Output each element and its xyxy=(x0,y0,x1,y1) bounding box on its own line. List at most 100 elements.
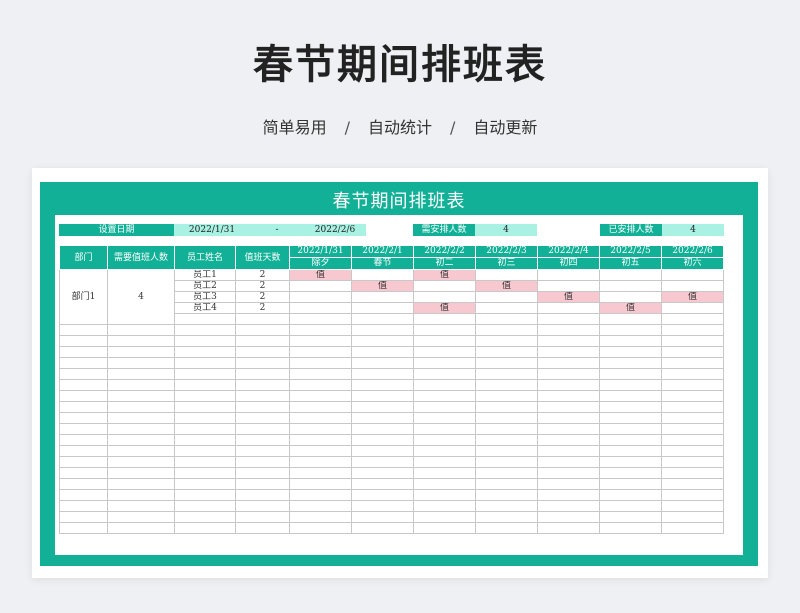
schedule-cell[interactable] xyxy=(475,269,538,281)
empty-cell[interactable] xyxy=(59,401,108,413)
empty-cell[interactable] xyxy=(59,445,108,457)
empty-cell[interactable] xyxy=(537,335,600,347)
empty-cell[interactable] xyxy=(59,379,108,391)
empty-cell[interactable] xyxy=(475,511,538,523)
empty-cell[interactable] xyxy=(413,390,476,402)
empty-cell[interactable] xyxy=(289,456,352,468)
empty-cell[interactable] xyxy=(475,412,538,424)
empty-cell[interactable] xyxy=(413,467,476,479)
empty-cell[interactable] xyxy=(174,456,236,468)
duty-mark-cell[interactable]: 值 xyxy=(413,269,476,281)
empty-cell[interactable] xyxy=(413,445,476,457)
empty-cell[interactable] xyxy=(413,368,476,380)
employee-name-cell[interactable]: 员工3 xyxy=(174,291,236,303)
empty-cell[interactable] xyxy=(661,434,724,446)
empty-cell[interactable] xyxy=(475,500,538,512)
duty-mark-cell[interactable]: 值 xyxy=(537,291,600,303)
empty-cell[interactable] xyxy=(174,335,236,347)
empty-cell[interactable] xyxy=(537,313,600,325)
empty-cell[interactable] xyxy=(661,467,724,479)
empty-cell[interactable] xyxy=(413,357,476,369)
empty-cell[interactable] xyxy=(289,313,352,325)
schedule-cell[interactable] xyxy=(475,291,538,303)
empty-cell[interactable] xyxy=(351,313,414,325)
empty-cell[interactable] xyxy=(413,500,476,512)
empty-cell[interactable] xyxy=(351,324,414,336)
duty-days-cell[interactable]: 2 xyxy=(235,280,290,292)
empty-cell[interactable] xyxy=(351,401,414,413)
schedule-cell[interactable] xyxy=(661,269,724,281)
empty-cell[interactable] xyxy=(289,379,352,391)
empty-cell[interactable] xyxy=(235,500,290,512)
empty-cell[interactable] xyxy=(351,423,414,435)
empty-cell[interactable] xyxy=(351,511,414,523)
empty-cell[interactable] xyxy=(661,478,724,490)
empty-cell[interactable] xyxy=(661,500,724,512)
empty-cell[interactable] xyxy=(174,522,236,534)
duty-days-cell[interactable]: 2 xyxy=(235,291,290,303)
empty-cell[interactable] xyxy=(413,324,476,336)
required-count-value[interactable]: 4 xyxy=(475,224,537,236)
empty-cell[interactable] xyxy=(235,346,290,358)
empty-cell[interactable] xyxy=(599,368,662,380)
schedule-cell[interactable] xyxy=(413,280,476,292)
schedule-cell[interactable] xyxy=(351,302,414,314)
empty-cell[interactable] xyxy=(351,456,414,468)
empty-cell[interactable] xyxy=(174,511,236,523)
empty-cell[interactable] xyxy=(475,445,538,457)
duty-mark-cell[interactable]: 值 xyxy=(413,302,476,314)
empty-cell[interactable] xyxy=(537,456,600,468)
empty-cell[interactable] xyxy=(289,489,352,501)
empty-cell[interactable] xyxy=(174,445,236,457)
empty-cell[interactable] xyxy=(289,346,352,358)
empty-cell[interactable] xyxy=(599,445,662,457)
empty-cell[interactable] xyxy=(351,379,414,391)
empty-cell[interactable] xyxy=(537,489,600,501)
empty-cell[interactable] xyxy=(413,379,476,391)
empty-cell[interactable] xyxy=(475,401,538,413)
empty-cell[interactable] xyxy=(599,335,662,347)
empty-cell[interactable] xyxy=(599,511,662,523)
empty-cell[interactable] xyxy=(235,478,290,490)
empty-cell[interactable] xyxy=(661,390,724,402)
empty-cell[interactable] xyxy=(475,368,538,380)
empty-cell[interactable] xyxy=(235,313,290,325)
empty-cell[interactable] xyxy=(351,522,414,534)
empty-cell[interactable] xyxy=(59,324,108,336)
empty-cell[interactable] xyxy=(107,423,175,435)
empty-cell[interactable] xyxy=(59,467,108,479)
empty-cell[interactable] xyxy=(351,467,414,479)
empty-cell[interactable] xyxy=(537,401,600,413)
schedule-cell[interactable] xyxy=(413,291,476,303)
empty-cell[interactable] xyxy=(599,313,662,325)
empty-cell[interactable] xyxy=(235,335,290,347)
empty-cell[interactable] xyxy=(413,346,476,358)
empty-cell[interactable] xyxy=(351,489,414,501)
empty-cell[interactable] xyxy=(413,522,476,534)
empty-cell[interactable] xyxy=(289,357,352,369)
schedule-cell[interactable] xyxy=(289,302,352,314)
empty-cell[interactable] xyxy=(107,467,175,479)
empty-cell[interactable] xyxy=(174,357,236,369)
schedule-cell[interactable] xyxy=(475,302,538,314)
empty-cell[interactable] xyxy=(351,412,414,424)
empty-cell[interactable] xyxy=(537,379,600,391)
empty-cell[interactable] xyxy=(289,467,352,479)
empty-cell[interactable] xyxy=(107,368,175,380)
empty-cell[interactable] xyxy=(537,500,600,512)
empty-cell[interactable] xyxy=(59,522,108,534)
schedule-cell[interactable] xyxy=(599,291,662,303)
empty-cell[interactable] xyxy=(661,379,724,391)
empty-cell[interactable] xyxy=(661,445,724,457)
empty-cell[interactable] xyxy=(475,467,538,479)
empty-cell[interactable] xyxy=(599,522,662,534)
empty-cell[interactable] xyxy=(537,467,600,479)
empty-cell[interactable] xyxy=(59,357,108,369)
end-date-cell[interactable]: 2022/2/6 xyxy=(304,224,366,236)
empty-cell[interactable] xyxy=(174,379,236,391)
empty-cell[interactable] xyxy=(174,467,236,479)
empty-cell[interactable] xyxy=(661,346,724,358)
empty-cell[interactable] xyxy=(537,522,600,534)
empty-cell[interactable] xyxy=(475,346,538,358)
empty-cell[interactable] xyxy=(537,390,600,402)
